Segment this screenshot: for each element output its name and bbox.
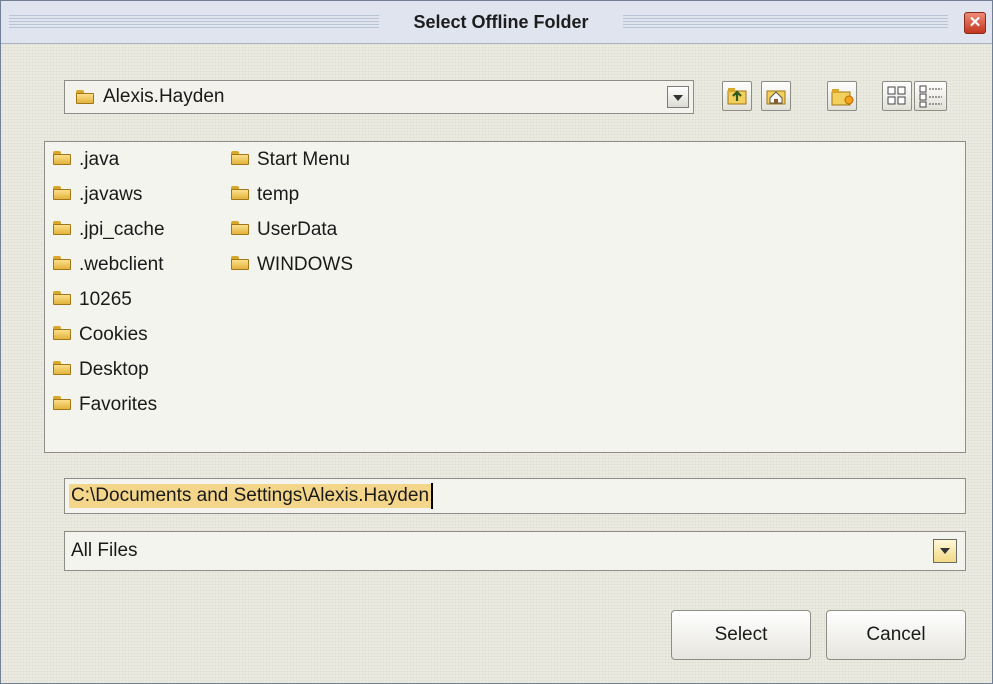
file-list[interactable]: .java .javaws .jpi_cache .webclient 1026…	[44, 141, 966, 453]
list-item-label: .webclient	[79, 254, 164, 275]
up-one-level-button[interactable]	[722, 81, 752, 111]
folder-icon	[53, 186, 71, 201]
chevron-down-icon[interactable]	[933, 539, 957, 563]
file-type-combo[interactable]: All Files	[64, 531, 966, 571]
select-offline-folder-dialog: Select Offline Folder ✕ Alexis.Hayden .j…	[0, 0, 993, 684]
cancel-button[interactable]: Cancel	[826, 610, 966, 660]
folder-icon	[53, 151, 71, 166]
new-folder-button[interactable]	[827, 81, 857, 111]
list-item[interactable]: .jpi_cache	[53, 213, 165, 247]
list-item-label: Favorites	[79, 394, 158, 415]
list-item-label: .java	[79, 149, 120, 170]
list-item-label: UserData	[257, 219, 338, 240]
list-item[interactable]: Desktop	[53, 353, 149, 387]
list-item[interactable]: UserData	[231, 213, 337, 247]
list-item[interactable]: Start Menu	[231, 143, 350, 177]
folder-icon	[231, 221, 249, 236]
look-in-combo[interactable]: Alexis.Hayden	[64, 80, 694, 114]
folder-icon	[231, 186, 249, 201]
list-view-button[interactable]	[882, 81, 912, 111]
folder-path-value: C:\Documents and Settings\Alexis.Hayden	[69, 484, 432, 508]
list-item-label: .jpi_cache	[79, 219, 165, 240]
list-item[interactable]: Favorites	[53, 388, 157, 422]
folder-icon	[231, 256, 249, 271]
list-item-label: .javaws	[79, 184, 143, 205]
select-button[interactable]: Select	[671, 610, 811, 660]
chevron-down-icon[interactable]	[667, 86, 689, 108]
up-one-level-icon	[727, 88, 747, 105]
folder-icon	[231, 151, 249, 166]
folder-icon	[53, 396, 71, 411]
title-bar[interactable]: Select Offline Folder ✕	[1, 1, 992, 44]
list-item-label: Cookies	[79, 324, 148, 345]
list-item-label: WINDOWS	[257, 254, 354, 275]
folder-icon	[53, 361, 71, 376]
folder-icon	[53, 291, 71, 306]
details-view-icon	[919, 85, 942, 108]
list-item[interactable]: Cookies	[53, 318, 148, 352]
new-folder-icon	[831, 89, 854, 106]
list-item[interactable]: 10265	[53, 283, 132, 317]
list-item[interactable]: WINDOWS	[231, 248, 353, 282]
details-view-button[interactable]	[914, 81, 947, 111]
list-item-label: Desktop	[79, 359, 149, 380]
home-icon	[766, 90, 786, 105]
folder-path-input[interactable]: C:\Documents and Settings\Alexis.Hayden	[64, 478, 966, 514]
list-item[interactable]: .java	[53, 143, 119, 177]
home-button[interactable]	[761, 81, 791, 111]
text-caret	[431, 483, 433, 509]
list-view-icon	[887, 86, 906, 105]
list-item[interactable]: .javaws	[53, 178, 142, 212]
title-bar-grip-left	[9, 15, 379, 29]
close-button[interactable]: ✕	[964, 12, 986, 34]
title-bar-grip-right	[623, 15, 948, 29]
folder-icon	[76, 90, 94, 104]
folder-icon	[53, 221, 71, 236]
dialog-title: Select Offline Folder	[413, 12, 589, 32]
list-item-label: temp	[257, 184, 300, 205]
list-item-label: 10265	[79, 289, 132, 310]
folder-icon	[53, 256, 71, 271]
list-item[interactable]: temp	[231, 178, 299, 212]
list-item-label: Start Menu	[257, 149, 350, 170]
folder-icon	[53, 326, 71, 341]
file-type-value: All Files	[71, 540, 138, 561]
list-item[interactable]: .webclient	[53, 248, 164, 282]
look-in-value: Alexis.Hayden	[103, 86, 225, 107]
